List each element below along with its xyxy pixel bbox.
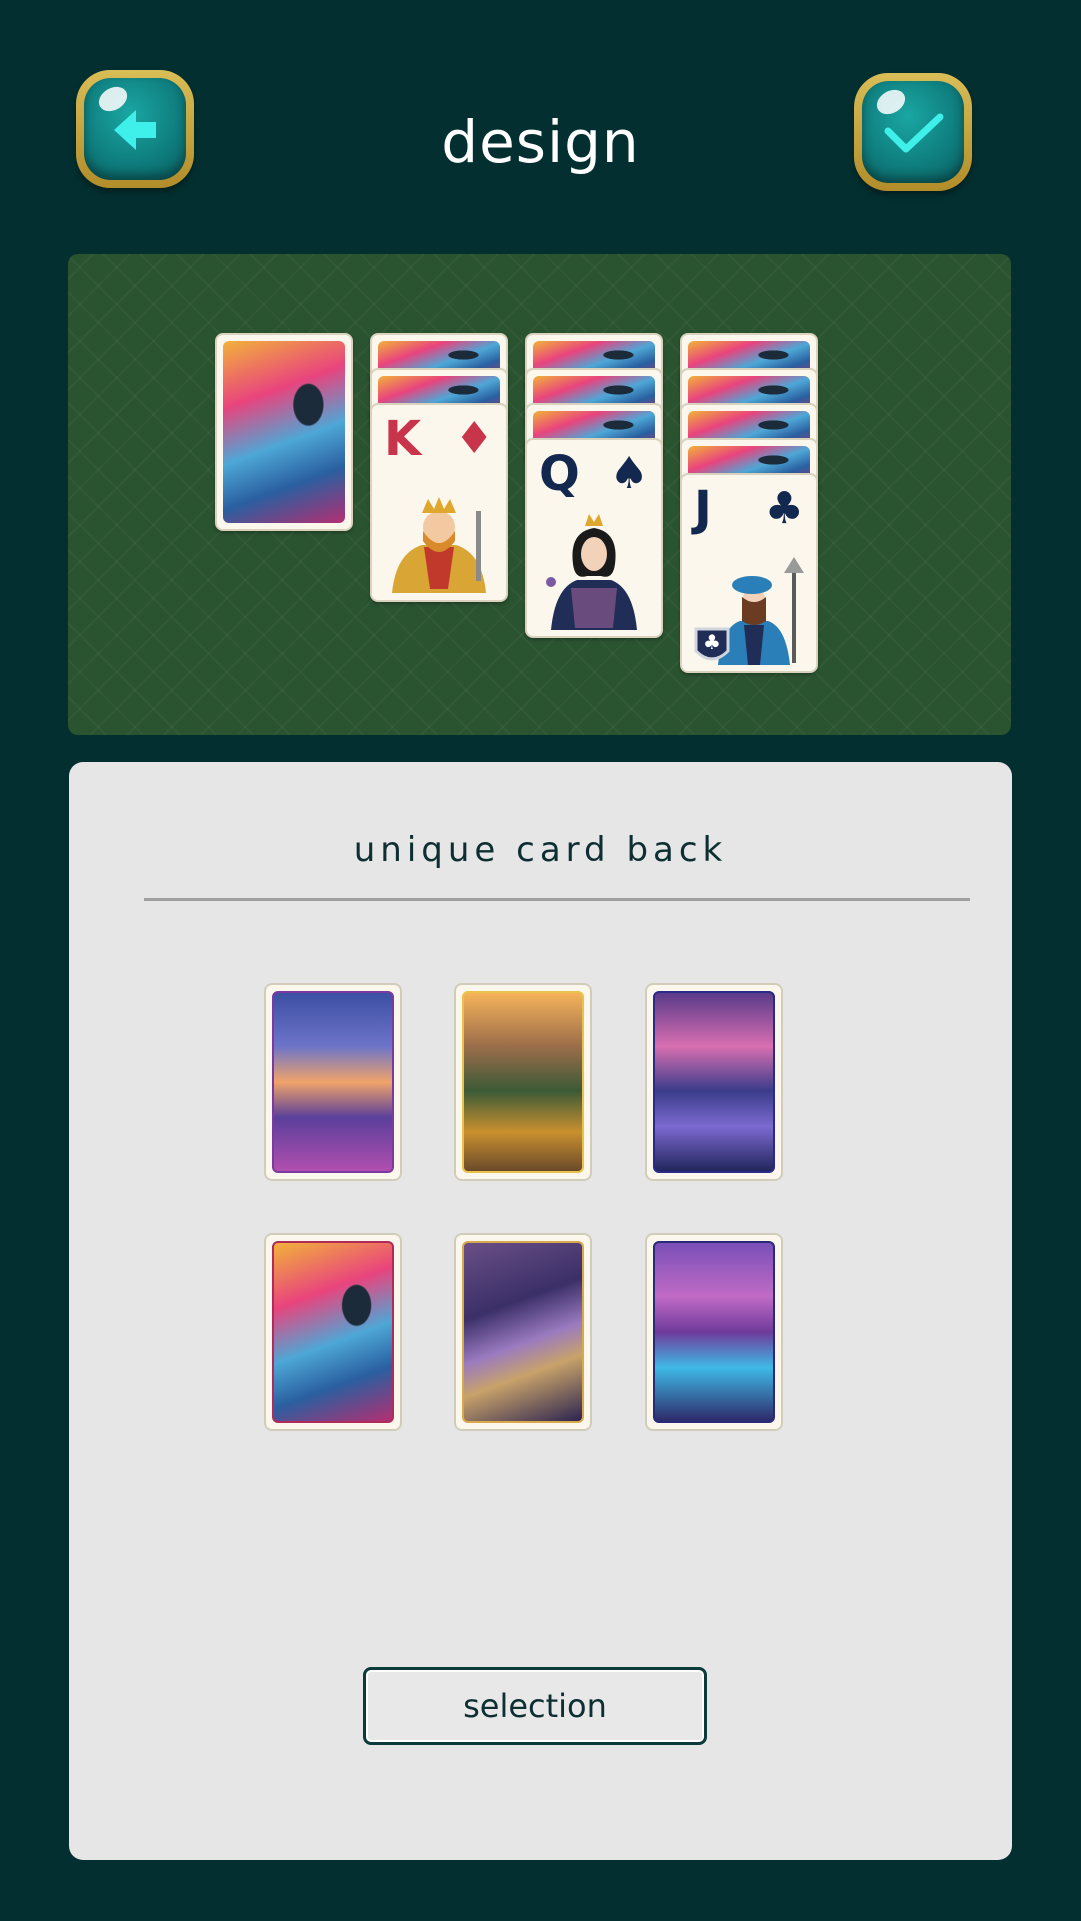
face-down-card [215,333,353,531]
card-rank: K [384,411,422,467]
card-back-art [462,1241,584,1423]
card-back-option-pink-tree[interactable] [264,1233,402,1431]
card-suit: ♠ [609,448,649,499]
card-suit: ♣ [764,483,804,534]
divider [144,898,970,901]
playing-card-king: K ♦ [370,403,508,602]
card-back-option-purple-coast[interactable] [645,983,783,1181]
king-icon [392,497,486,593]
card-back-option-golden-valley[interactable] [454,983,592,1181]
card-suit: ♦ [454,413,494,464]
panel-title: unique card back [353,830,728,870]
card-rank: Q [539,446,580,502]
card-back-option-purple-mountain[interactable] [454,1233,592,1431]
confirm-button[interactable] [854,73,972,191]
card-back-art [653,1241,775,1423]
card-rank: J [694,481,712,537]
card-back-art [462,991,584,1173]
card-back-option-tropical-beach[interactable] [264,983,402,1181]
playing-card-jack: J ♣ ♣ [680,473,818,673]
playing-card-queen: Q ♠ [525,438,663,638]
svg-text:♣: ♣ [703,630,721,654]
selection-button[interactable]: selection [363,1667,707,1745]
checkmark-icon [884,113,944,153]
card-back-art [653,991,775,1173]
card-back-art [272,991,394,1173]
card-back-option-glowing-canyon[interactable] [645,1233,783,1431]
jack-icon: ♣ [694,557,804,665]
queen-icon [546,514,637,630]
card-back-art [272,1241,394,1423]
